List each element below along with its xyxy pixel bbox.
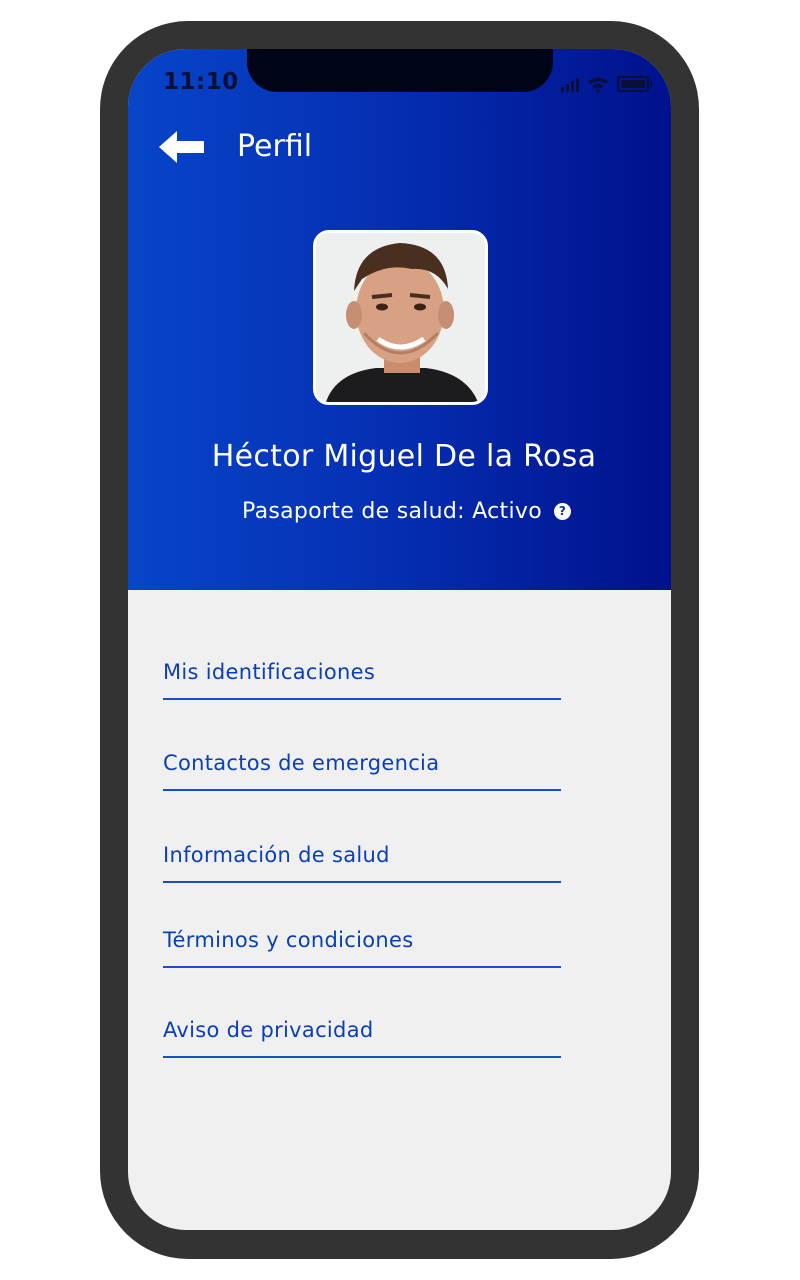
menu-item-terminos-condiciones[interactable]: Términos y condiciones (163, 928, 561, 968)
signal-icon (561, 78, 579, 92)
menu-item-mis-identificaciones[interactable]: Mis identificaciones (163, 660, 561, 700)
menu-item-label: Contactos de emergencia (163, 751, 440, 775)
menu-item-label: Aviso de privacidad (163, 1018, 374, 1042)
arrow-left-icon (159, 131, 204, 163)
user-name: Héctor Miguel De la Rosa (211, 439, 597, 474)
health-passport-status: Pasaporte de salud: Activo ? (242, 499, 571, 524)
battery-icon (617, 76, 652, 92)
avatar-photo (316, 233, 485, 402)
page-title: Perfil (237, 129, 313, 164)
avatar (313, 230, 488, 405)
menu-item-label: Información de salud (163, 843, 390, 867)
wifi-icon (588, 77, 608, 92)
help-icon[interactable]: ? (553, 503, 571, 520)
status-time: 11:10 (163, 69, 239, 95)
back-button[interactable] (156, 127, 208, 167)
status-icons (561, 76, 652, 92)
screen: 11:10 Perfil Héctor Miguel De la Rosa Pa… (128, 49, 671, 1230)
passport-status-text: Pasaporte de salud: Activo (242, 499, 542, 524)
menu-item-informacion-salud[interactable]: Información de salud (163, 843, 561, 883)
menu-item-contactos-emergencia[interactable]: Contactos de emergencia (163, 751, 561, 791)
phone-frame: 11:10 Perfil Héctor Miguel De la Rosa Pa… (100, 21, 699, 1259)
profile-header: 11:10 Perfil Héctor Miguel De la Rosa Pa… (128, 49, 671, 590)
menu-item-label: Mis identificaciones (163, 660, 376, 684)
menu-item-aviso-privacidad[interactable]: Aviso de privacidad (163, 1018, 561, 1058)
menu-item-label: Términos y condiciones (163, 928, 414, 952)
device-notch (247, 49, 553, 92)
